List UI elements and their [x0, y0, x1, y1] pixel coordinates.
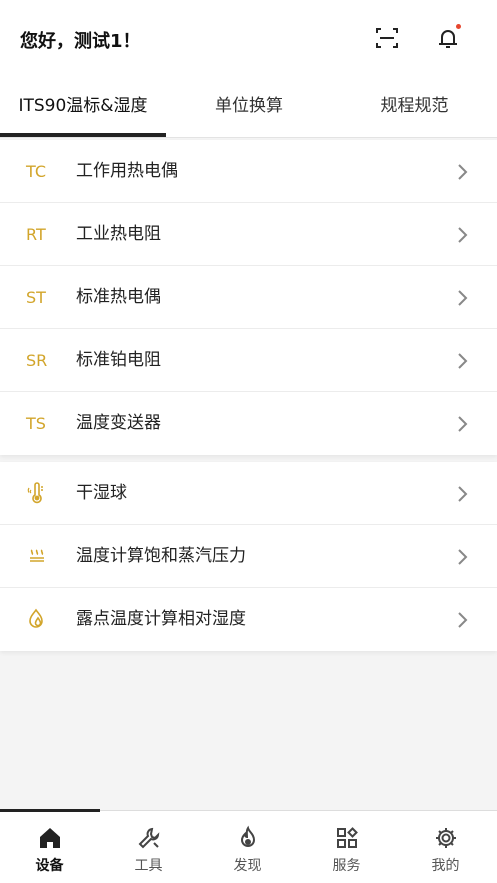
nav-mine[interactable]: 我的: [396, 811, 497, 883]
gear-icon: [436, 828, 456, 848]
chevron-right-icon: [458, 353, 468, 369]
bottom-nav: 设备 工具 发现 服务 我的: [0, 809, 497, 883]
list-item-label: 温度计算饱和蒸汽压力: [76, 546, 246, 566]
flame-icon: [240, 825, 256, 847]
nav-tools[interactable]: 工具: [99, 811, 198, 883]
notification-dot: [456, 24, 461, 29]
chevron-right-icon: [458, 290, 468, 306]
chevron-right-icon: [458, 164, 468, 180]
tab-unit-conversion[interactable]: 单位换算: [166, 78, 332, 138]
temperature-list: TC 工作用热电偶 RT 工业热电阻 ST 标准热电偶 SR 标准铂电阻 TS …: [0, 140, 497, 455]
list-item-dry-wet-bulb[interactable]: 干湿球: [0, 462, 497, 525]
chevron-right-icon: [458, 612, 468, 628]
active-tab-indicator: [0, 133, 166, 137]
list-item-label: 标准铂电阻: [76, 350, 161, 370]
chevron-right-icon: [458, 227, 468, 243]
list-item-sr[interactable]: SR 标准铂电阻: [0, 329, 497, 392]
notification-button[interactable]: [434, 24, 462, 52]
list-item-tc[interactable]: TC 工作用热电偶: [0, 140, 497, 203]
greeting-text: 您好，测试1！: [20, 31, 141, 52]
list-item-dew-point[interactable]: 露点温度计算相对湿度: [0, 588, 497, 651]
scan-button[interactable]: [373, 24, 401, 52]
top-tabs: ITS90温标&湿度 单位换算 规程规范: [0, 78, 497, 138]
list-item-code: ST: [26, 288, 46, 307]
list-item-code: RT: [26, 225, 46, 244]
chevron-right-icon: [458, 549, 468, 565]
nav-label: 工具: [134, 858, 163, 874]
steam-icon: [30, 549, 44, 562]
list-item-code: TC: [26, 162, 47, 181]
tab-its90[interactable]: ITS90温标&湿度: [0, 78, 166, 138]
nav-label: 发现: [233, 858, 262, 874]
nav-label: 服务: [332, 858, 361, 874]
list-item-ts[interactable]: TS 温度变送器: [0, 392, 497, 455]
nav-label: 我的: [431, 858, 460, 874]
home-icon: [40, 828, 60, 848]
app-header: 您好，测试1！: [0, 0, 497, 78]
grid-icon: [337, 827, 358, 848]
nav-services[interactable]: 服务: [297, 811, 396, 883]
wrench-icon: [138, 827, 160, 849]
list-item-st[interactable]: ST 标准热电偶: [0, 266, 497, 329]
tab-regulations[interactable]: 规程规范: [332, 78, 497, 138]
list-item-saturated-steam[interactable]: 温度计算饱和蒸汽压力: [0, 525, 497, 588]
list-item-code: TS: [26, 414, 46, 433]
list-item-label: 温度变送器: [76, 413, 161, 433]
humidity-list: 干湿球 温度计算饱和蒸汽压力 露点温度计算相对湿度: [0, 462, 497, 651]
list-item-code: SR: [26, 351, 48, 370]
nav-discover[interactable]: 发现: [198, 811, 297, 883]
chevron-right-icon: [458, 486, 468, 502]
list-item-label: 工业热电阻: [76, 224, 161, 244]
list-item-rt[interactable]: RT 工业热电阻: [0, 203, 497, 266]
list-item-label: 干湿球: [76, 483, 127, 503]
list-item-label: 标准热电偶: [76, 287, 161, 307]
scan-icon: [376, 28, 398, 48]
water-drops-icon: [29, 608, 43, 628]
list-item-label: 露点温度计算相对湿度: [76, 609, 246, 629]
chevron-right-icon: [458, 416, 468, 432]
nav-devices[interactable]: 设备: [0, 811, 99, 883]
nav-label: 设备: [35, 858, 64, 874]
thermometer-icon: [27, 482, 43, 504]
list-item-label: 工作用热电偶: [76, 161, 178, 181]
